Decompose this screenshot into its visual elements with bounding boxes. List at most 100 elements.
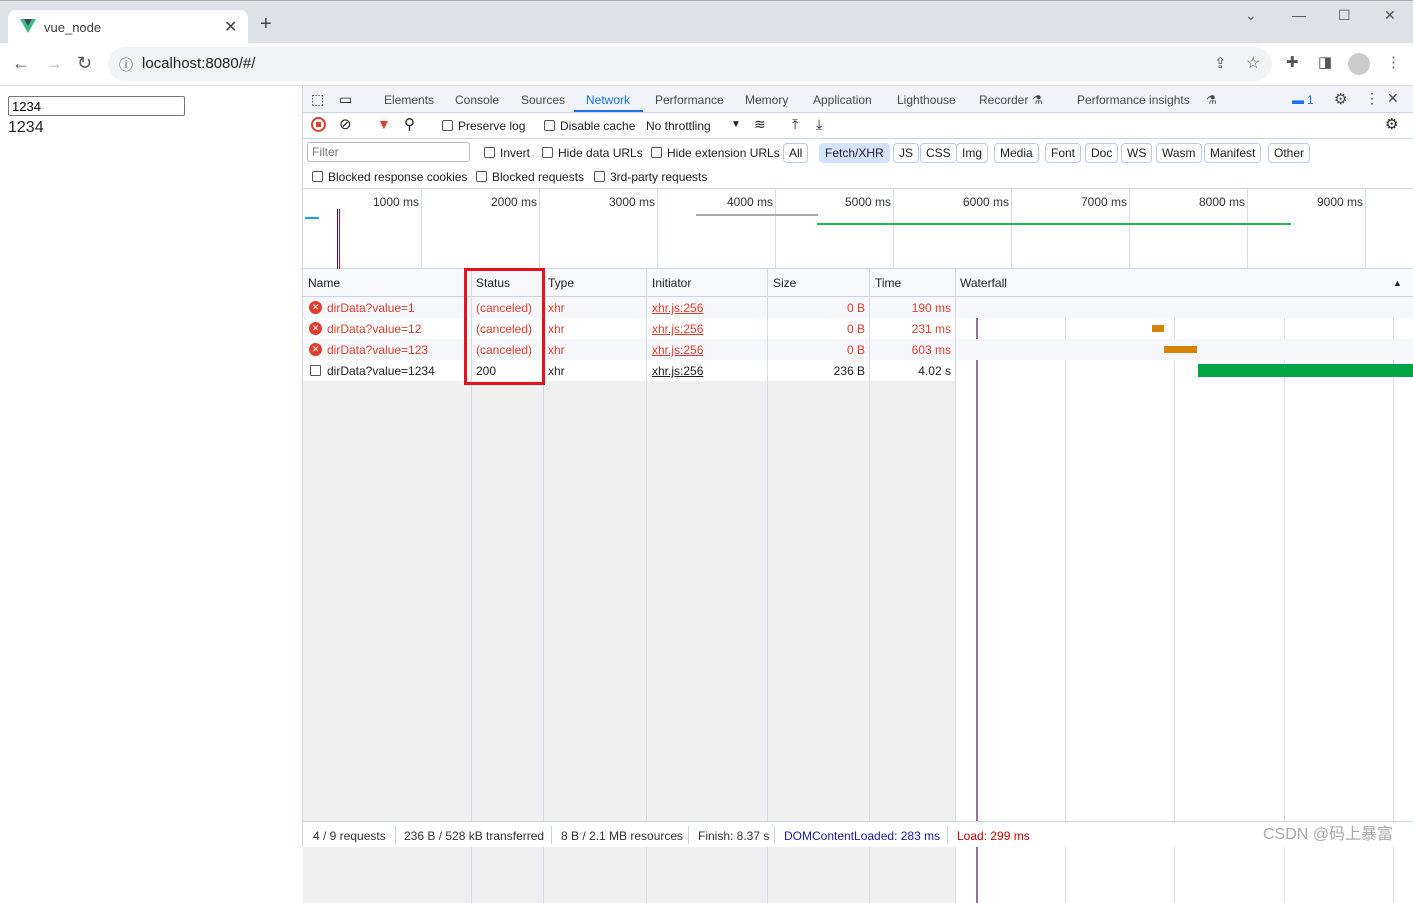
close-devtools-icon[interactable]: ✕: [1387, 90, 1399, 107]
search-icon[interactable]: ⚲: [404, 115, 415, 133]
device-toolbar-icon[interactable]: ▭: [339, 91, 352, 108]
col-waterfall[interactable]: Waterfall: [960, 276, 1007, 290]
table-row[interactable]: dirData?value=1234 200 xhr xhr.js:256 23…: [303, 360, 955, 381]
issues-count[interactable]: 1: [1307, 93, 1314, 107]
col-name[interactable]: Name: [308, 276, 340, 290]
filter-all[interactable]: All: [783, 143, 809, 163]
request-name[interactable]: dirData?value=1234: [327, 364, 435, 378]
filter-manifest[interactable]: Manifest: [1204, 143, 1262, 163]
dropdown-arrow-icon[interactable]: ▼: [731, 119, 741, 130]
share-icon[interactable]: ⇪: [1214, 54, 1227, 72]
filter-fetch-xhr[interactable]: Fetch/XHR: [819, 143, 890, 163]
col-time[interactable]: Time: [875, 276, 901, 290]
profile-avatar[interactable]: [1348, 53, 1370, 75]
disable-cache-checkbox[interactable]: Disable cache: [544, 119, 635, 133]
tab-application[interactable]: Application: [813, 93, 872, 107]
network-settings-icon[interactable]: ⚙: [1385, 115, 1398, 133]
hide-extension-urls-checkbox[interactable]: Hide extension URLs: [651, 146, 780, 160]
tab-performance[interactable]: Performance: [655, 93, 724, 107]
request-initiator-link[interactable]: xhr.js:256: [652, 301, 703, 315]
table-row[interactable]: ✕ dirData?value=123 (canceled) xhr xhr.js…: [303, 339, 955, 360]
throttling-select[interactable]: No throttling: [646, 119, 711, 133]
devtools-panel: ⬚ ▭ Elements Console Sources Network Per…: [302, 86, 1413, 903]
request-name[interactable]: dirData?value=123: [327, 343, 428, 357]
filter-js[interactable]: JS: [893, 143, 920, 163]
close-window-icon[interactable]: ✕: [1384, 7, 1396, 24]
request-initiator-link[interactable]: xhr.js:256: [652, 322, 703, 336]
export-har-icon[interactable]: ⤓: [816, 116, 822, 133]
back-icon[interactable]: ←: [12, 53, 30, 74]
more-options-icon[interactable]: ⋮: [1365, 90, 1379, 107]
address-bar[interactable]: ⓘ localhost:8080/#/ ⇪ ☆: [108, 47, 1272, 81]
tab-console[interactable]: Console: [455, 93, 499, 107]
blocked-cookies-checkbox[interactable]: Blocked response cookies: [312, 170, 467, 184]
table-row[interactable]: ✕ dirData?value=1 (canceled) xhr xhr.js:2…: [303, 297, 955, 318]
close-tab-icon[interactable]: ✕: [224, 17, 237, 37]
table-row[interactable]: ✕ dirData?value=12 (canceled) xhr xhr.js:…: [303, 318, 955, 339]
browser-tab[interactable]: vue_node ✕: [8, 10, 248, 44]
request-name[interactable]: dirData?value=1: [327, 301, 415, 315]
reload-icon[interactable]: ↻: [77, 53, 92, 74]
request-initiator-link[interactable]: xhr.js:256: [652, 364, 703, 378]
filter-ws[interactable]: WS: [1121, 143, 1153, 163]
forward-icon[interactable]: →: [45, 53, 63, 74]
request-time: 4.02 s: [918, 364, 951, 378]
maximize-icon[interactable]: ☐: [1338, 7, 1351, 24]
overview-gridline: [421, 189, 422, 269]
filter-media[interactable]: Media: [994, 143, 1039, 163]
clear-icon[interactable]: ⊘: [339, 115, 352, 133]
network-conditions-icon[interactable]: ≋: [754, 116, 766, 133]
tab-recorder[interactable]: Recorder: [979, 93, 1028, 107]
overview-tick-label: 3000 ms: [608, 195, 655, 209]
document-icon: [310, 365, 321, 376]
tab-performance-insights[interactable]: Performance insights: [1077, 93, 1190, 107]
tab-memory[interactable]: Memory: [745, 93, 788, 107]
inspect-element-icon[interactable]: ⬚: [311, 91, 324, 108]
request-type: xhr: [548, 322, 565, 336]
filter-doc[interactable]: Doc: [1085, 143, 1119, 163]
tab-elements[interactable]: Elements: [384, 93, 434, 107]
filter-font[interactable]: Font: [1045, 143, 1082, 163]
hide-data-urls-checkbox[interactable]: Hide data URLs: [542, 146, 643, 160]
info-icon[interactable]: ⓘ: [119, 55, 133, 75]
extensions-icon[interactable]: ✚: [1286, 53, 1299, 71]
col-size[interactable]: Size: [773, 276, 796, 290]
minimize-icon[interactable]: —: [1292, 7, 1306, 23]
overview-gridline: [657, 189, 658, 269]
tab-network[interactable]: Network: [586, 93, 630, 107]
third-party-checkbox[interactable]: 3rd-party requests: [594, 170, 707, 184]
dom-content-loaded: DOMContentLoaded: 283 ms: [784, 829, 941, 843]
filter-wasm[interactable]: Wasm: [1156, 143, 1202, 163]
filter-input[interactable]: [307, 142, 470, 162]
sort-ascending-icon[interactable]: ▲: [1393, 278, 1402, 288]
settings-gear-icon[interactable]: ⚙: [1334, 90, 1347, 108]
menu-icon[interactable]: ⋮: [1386, 53, 1401, 71]
invert-checkbox[interactable]: Invert: [484, 146, 530, 160]
network-overview[interactable]: 1000 ms 2000 ms 3000 ms 4000 ms 5000 ms 6000 …: [303, 188, 1413, 269]
blocked-requests-checkbox[interactable]: Blocked requests: [476, 170, 584, 184]
filter-img[interactable]: Img: [956, 143, 989, 163]
active-tab-indicator: [574, 110, 643, 112]
request-name[interactable]: dirData?value=12: [327, 322, 421, 336]
record-stop-icon[interactable]: [311, 117, 326, 132]
col-initiator[interactable]: Initiator: [652, 276, 691, 290]
tab-search-icon[interactable]: ⌄: [1245, 7, 1257, 24]
import-har-icon[interactable]: ⤒: [792, 116, 798, 133]
tab-lighthouse[interactable]: Lighthouse: [897, 93, 956, 107]
preserve-log-checkbox[interactable]: Preserve log: [442, 119, 525, 133]
bookmark-star-icon[interactable]: ☆: [1246, 53, 1260, 73]
new-tab-button[interactable]: +: [260, 13, 272, 36]
side-panel-icon[interactable]: ◨: [1318, 53, 1332, 71]
filter-icon[interactable]: ▼: [377, 116, 391, 132]
network-toolbar: ⊘ ▼ ⚲ Preserve log Disable cache No thro…: [303, 113, 1413, 139]
tab-sources[interactable]: Sources: [521, 93, 565, 107]
overview-tick-label: 8000 ms: [1198, 195, 1245, 209]
col-type[interactable]: Type: [548, 276, 574, 290]
filter-css[interactable]: CSS: [920, 143, 957, 163]
request-initiator-link[interactable]: xhr.js:256: [652, 343, 703, 357]
error-icon: ✕: [309, 322, 322, 335]
page-text-input[interactable]: [8, 96, 185, 116]
filter-other[interactable]: Other: [1268, 143, 1311, 163]
load-line: [977, 297, 978, 903]
issues-icon[interactable]: ▬: [1292, 93, 1304, 107]
